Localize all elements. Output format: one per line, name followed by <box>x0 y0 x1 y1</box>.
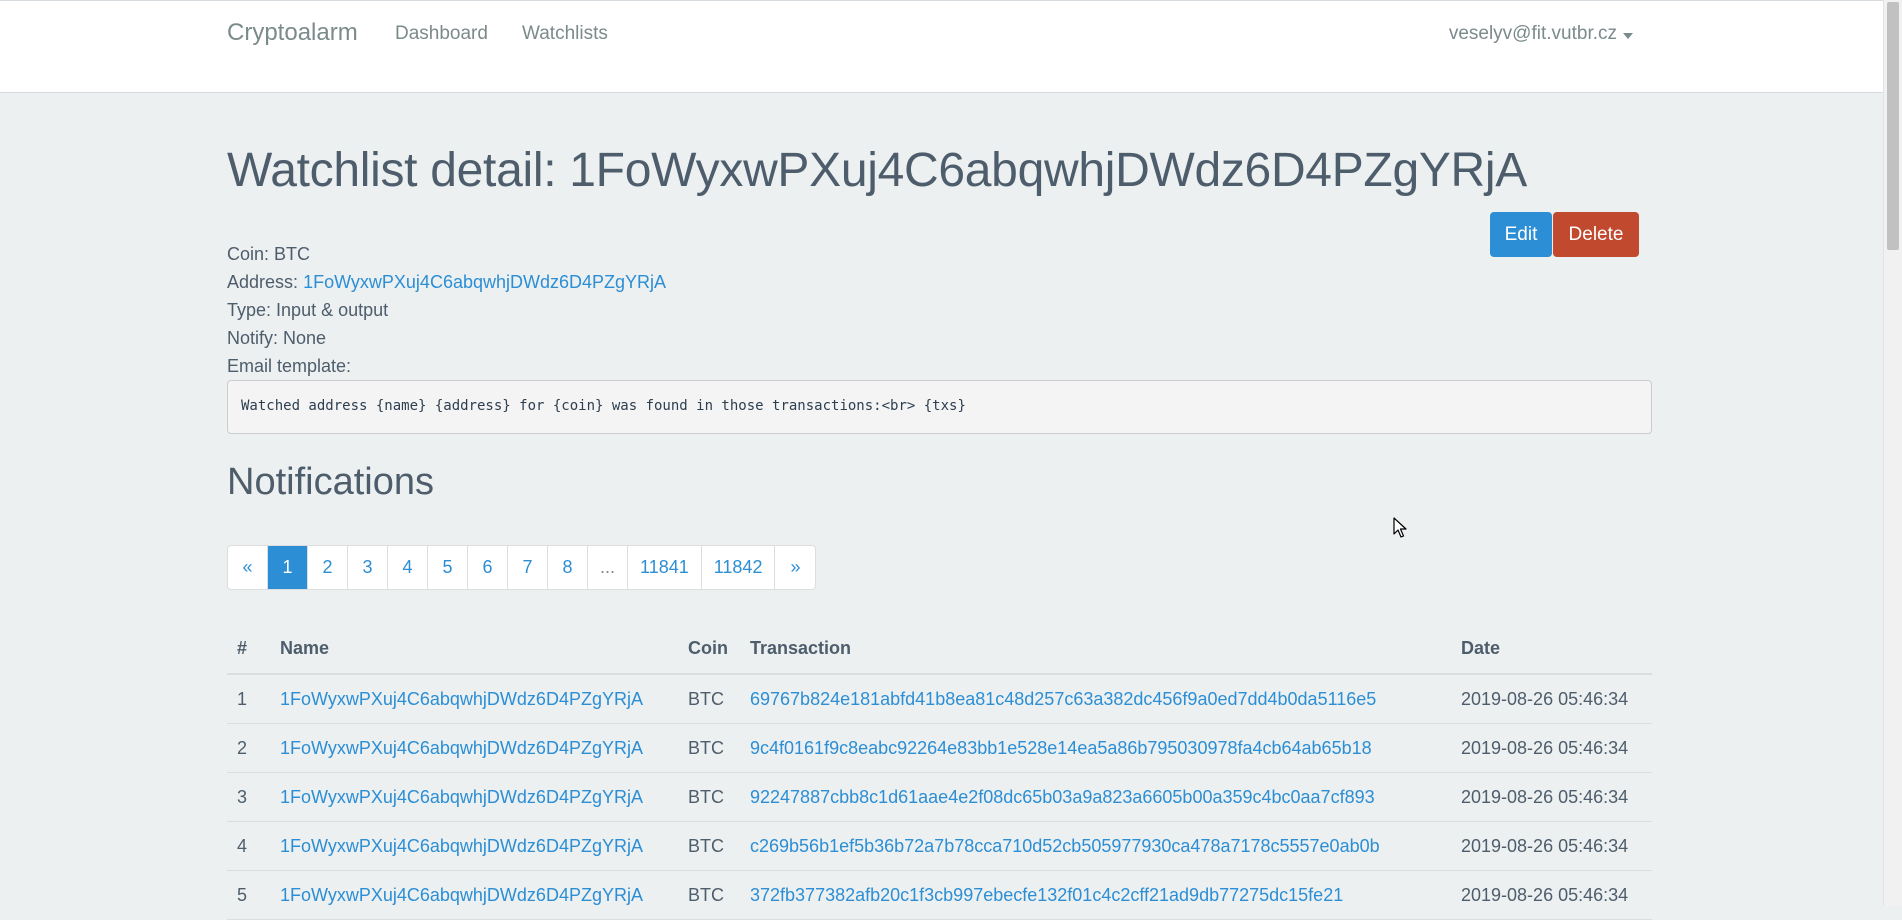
address-line: Address: 1FoWyxwPXuj4C6abqwhjDWdz6D4PZgY… <box>227 272 666 293</box>
row-number: 1 <box>237 689 248 709</box>
column-header-transaction: Transaction <box>750 638 852 658</box>
pagination-page-1[interactable]: 1 <box>268 546 308 589</box>
edit-button[interactable]: Edit <box>1490 212 1552 257</box>
pagination-prev[interactable]: « <box>228 546 268 589</box>
pagination-page-8[interactable]: 8 <box>548 546 588 589</box>
table-row: 5 1FoWyxwPXuj4C6abqwhjDWdz6D4PZgYRjA BTC 37… <box>227 871 1652 920</box>
row-number: 5 <box>237 885 248 905</box>
user-menu-toggle[interactable]: veselyv@fit.vutbr.cz <box>1449 23 1633 45</box>
pagination-page-3[interactable]: 3 <box>348 546 388 589</box>
row-coin: BTC <box>688 836 724 856</box>
pagination-page-4[interactable]: 4 <box>388 546 428 589</box>
table-row: 2 1FoWyxwPXuj4C6abqwhjDWdz6D4PZgYRjA BTC 9c… <box>227 724 1652 773</box>
notifications-table: # Name Coin Transaction Date 1 1FoWyxwPXu… <box>227 625 1652 920</box>
delete-button[interactable]: Delete <box>1553 212 1639 257</box>
table-row: 3 1FoWyxwPXuj4C6abqwhjDWdz6D4PZgYRjA BTC 92… <box>227 773 1652 822</box>
table-row: 1 1FoWyxwPXuj4C6abqwhjDWdz6D4PZgYRjA BTC 69… <box>227 675 1652 724</box>
row-date: 2019-08-26 05:46:34 <box>1461 787 1629 807</box>
row-name-link[interactable]: 1FoWyxwPXuj4C6abqwhjDWdz6D4PZgYRjA <box>280 885 643 906</box>
row-name-link[interactable]: 1FoWyxwPXuj4C6abqwhjDWdz6D4PZgYRjA <box>280 836 643 857</box>
notify-value: None <box>283 328 327 348</box>
row-date: 2019-08-26 05:46:34 <box>1461 836 1629 856</box>
brand-link[interactable]: Cryptoalarm <box>227 19 358 47</box>
pagination-page-11842[interactable]: 11842 <box>702 546 776 589</box>
email-template-box: Watched address {name} {address} for {co… <box>227 380 1652 434</box>
row-transaction-link[interactable]: 69767b824e181abfd41b8ea81c48d257c63a382d… <box>750 689 1376 710</box>
notify-line: Notify: None <box>227 328 326 349</box>
table-row: 4 1FoWyxwPXuj4C6abqwhjDWdz6D4PZgYRjA BTC c2… <box>227 822 1652 871</box>
row-name-link[interactable]: 1FoWyxwPXuj4C6abqwhjDWdz6D4PZgYRjA <box>280 787 643 808</box>
row-transaction-link[interactable]: 372fb377382afb20c1f3cb997ebecfe132f01c4c… <box>750 885 1343 906</box>
caret-down-icon <box>1623 32 1633 39</box>
user-email: veselyv@fit.vutbr.cz <box>1448 23 1617 44</box>
row-coin: BTC <box>688 738 724 758</box>
row-coin: BTC <box>688 689 724 709</box>
address-label: Address: <box>227 272 299 292</box>
type-label: Type: <box>227 300 272 320</box>
pagination-page-6[interactable]: 6 <box>468 546 508 589</box>
pagination-ellipsis: ... <box>588 546 629 589</box>
row-name-link[interactable]: 1FoWyxwPXuj4C6abqwhjDWdz6D4PZgYRjA <box>280 689 643 710</box>
pagination-next[interactable]: » <box>775 546 815 589</box>
row-coin: BTC <box>688 787 724 807</box>
coin-line: Coin: BTC <box>227 244 310 265</box>
row-number: 4 <box>237 836 248 856</box>
coin-value: BTC <box>274 244 311 264</box>
row-number: 3 <box>237 787 248 807</box>
nav-dashboard-link[interactable]: Dashboard <box>395 23 488 45</box>
pagination-page-7[interactable]: 7 <box>508 546 548 589</box>
type-value: Input & output <box>276 300 389 320</box>
mouse-pointer-icon <box>1393 517 1407 538</box>
email-template-label: Email template: <box>227 356 352 376</box>
pagination-page-5[interactable]: 5 <box>428 546 468 589</box>
pagination: «1 2 3 4 5 6 7 8... 11841 11842» <box>227 545 817 590</box>
pagination-page-11841[interactable]: 11841 <box>628 546 702 589</box>
column-header-number: # <box>237 638 248 658</box>
column-header-coin: Coin <box>688 638 728 658</box>
coin-label: Coin: <box>227 244 270 264</box>
page-scrollbar[interactable] <box>1883 0 1902 906</box>
row-transaction-link[interactable]: c269b56b1ef5b36b72a7b78cca710d52cb505977… <box>750 836 1380 857</box>
row-date: 2019-08-26 05:46:34 <box>1461 885 1629 905</box>
row-date: 2019-08-26 05:46:34 <box>1461 689 1629 709</box>
pagination-page-2[interactable]: 2 <box>308 546 348 589</box>
row-name-link[interactable]: 1FoWyxwPXuj4C6abqwhjDWdz6D4PZgYRjA <box>280 738 643 759</box>
notifications-title: Notifications <box>227 461 434 503</box>
top-navbar: Cryptoalarm Dashboard Watchlists veselyv… <box>0 0 1883 93</box>
nav-watchlists-link[interactable]: Watchlists <box>522 23 608 45</box>
notify-label: Notify: <box>227 328 279 348</box>
column-header-name: Name <box>280 638 330 658</box>
scrollbar-thumb[interactable] <box>1887 2 1899 250</box>
type-line: Type: Input & output <box>227 300 388 321</box>
table-header-row: # Name Coin Transaction Date <box>227 625 1652 675</box>
page-title: Watchlist detail: 1FoWyxwPXuj4C6abqwhjDW… <box>227 144 1527 197</box>
column-header-date: Date <box>1461 638 1501 658</box>
row-coin: BTC <box>688 885 724 905</box>
row-number: 2 <box>237 738 248 758</box>
table-body: 1 1FoWyxwPXuj4C6abqwhjDWdz6D4PZgYRjA BTC 69… <box>227 675 1652 920</box>
address-link[interactable]: 1FoWyxwPXuj4C6abqwhjDWdz6D4PZgYRjA <box>303 272 666 292</box>
row-date: 2019-08-26 05:46:34 <box>1461 738 1629 758</box>
row-transaction-link[interactable]: 9c4f0161f9c8eabc92264e83bb1e528e14ea5a86… <box>750 738 1372 759</box>
row-transaction-link[interactable]: 92247887cbb8c1d61aae4e2f08dc65b03a9a823a… <box>750 787 1375 808</box>
